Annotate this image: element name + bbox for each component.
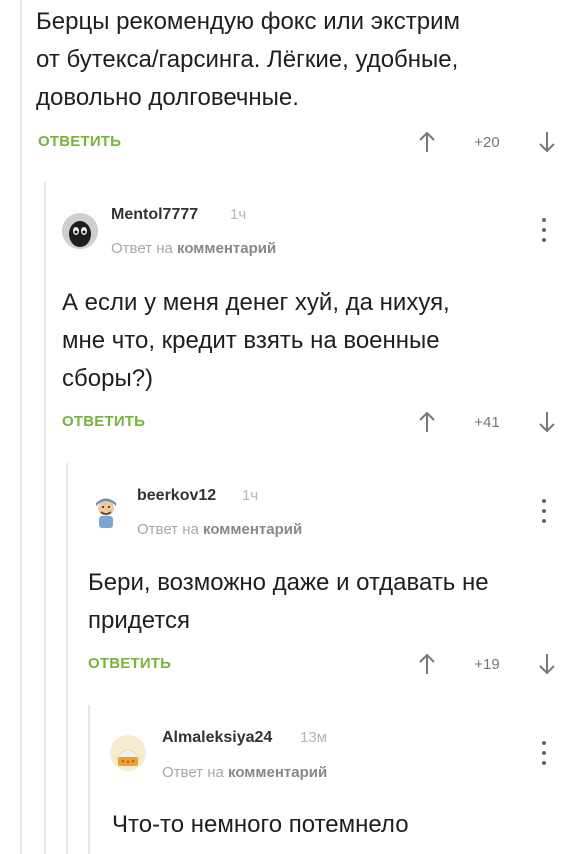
reply-button[interactable]: ОТВЕТИТЬ xyxy=(62,413,145,430)
avatar[interactable] xyxy=(62,213,98,249)
username[interactable]: Almaleksiya24 xyxy=(162,729,272,747)
comment-time: 13м xyxy=(300,729,327,746)
thread-line-level-3 xyxy=(66,463,68,854)
username[interactable]: Mentol7777 xyxy=(111,206,198,224)
rating-value: +20 xyxy=(474,133,500,151)
rating-block: +20 xyxy=(417,130,557,154)
downvote-arrow-icon[interactable] xyxy=(537,652,557,676)
avatar-image xyxy=(88,494,124,530)
comment-text-line: Бери, возможно даже и отдавать не xyxy=(88,569,489,596)
rating-block: +19 xyxy=(417,652,557,676)
comment-time: 1ч xyxy=(242,487,259,504)
reply-button[interactable]: ОТВЕТИТЬ xyxy=(38,133,121,150)
reply-to-prefix: Ответ на xyxy=(137,521,199,538)
reply-to-info: Ответ на комментарий xyxy=(137,521,302,538)
avatar[interactable] xyxy=(88,494,124,530)
rating-block: +41 xyxy=(417,410,557,434)
upvote-arrow-icon[interactable] xyxy=(417,652,437,676)
downvote-arrow-icon[interactable] xyxy=(537,410,557,434)
reply-to-link[interactable]: комментарий xyxy=(203,521,302,538)
reply-to-info: Ответ на комментарий xyxy=(162,764,327,781)
rating-value: +19 xyxy=(474,655,500,673)
thread-line-level-1 xyxy=(20,0,22,854)
upvote-arrow-icon[interactable] xyxy=(417,130,437,154)
comment-text: Что-то немного потемнело xyxy=(112,806,562,844)
upvote-arrow-icon[interactable] xyxy=(417,410,437,434)
more-vertical-icon[interactable] xyxy=(541,499,547,523)
downvote-arrow-icon[interactable] xyxy=(537,130,557,154)
comment-text-line: сборы?) xyxy=(62,365,154,392)
comment-text-line: мне что, кредит взять на военные xyxy=(62,327,440,354)
reply-button[interactable]: ОТВЕТИТЬ xyxy=(88,655,171,672)
more-vertical-icon[interactable] xyxy=(541,741,547,765)
comment-text: Берцы рекомендую фокс или экстрим от бут… xyxy=(36,3,566,117)
reply-to-link[interactable]: комментарий xyxy=(177,240,276,257)
comment-text: А если у меня денег хуй, да нихуя, мне ч… xyxy=(62,284,562,398)
comment-text-line: Что-то немного потемнело xyxy=(112,811,409,838)
thread-line-level-4 xyxy=(88,705,90,854)
username[interactable]: beerkov12 xyxy=(137,487,216,505)
avatar[interactable] xyxy=(110,735,146,771)
comment-text: Бери, возможно даже и отдавать не придет… xyxy=(88,564,568,640)
comment-time: 1ч xyxy=(230,206,247,223)
reply-to-prefix: Ответ на xyxy=(111,240,173,257)
rating-value: +41 xyxy=(474,413,500,431)
comment-text-line: довольно долговечные. xyxy=(36,84,299,111)
avatar-image xyxy=(110,735,146,771)
reply-to-link[interactable]: комментарий xyxy=(228,764,327,781)
reply-to-info: Ответ на комментарий xyxy=(111,240,276,257)
more-vertical-icon[interactable] xyxy=(541,218,547,242)
comment-text-line: А если у меня денег хуй, да нихуя, xyxy=(62,289,450,316)
comment-text-line: от бутекса/гарсинга. Лёгкие, удобные, xyxy=(36,46,459,73)
comment-text-line: Берцы рекомендую фокс или экстрим xyxy=(36,8,460,35)
avatar-image xyxy=(62,213,98,249)
comment-text-line: придется xyxy=(88,607,191,634)
thread-line-level-2 xyxy=(44,182,46,854)
reply-to-prefix: Ответ на xyxy=(162,764,224,781)
